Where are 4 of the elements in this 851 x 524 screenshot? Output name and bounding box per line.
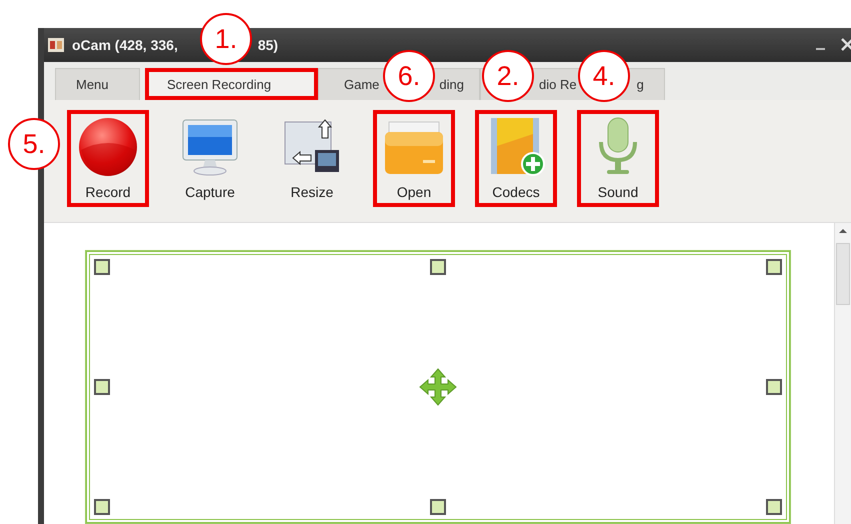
window-title: oCam (428, 336, [72,37,178,53]
window-title: 85) [258,37,278,53]
callout-tooltip: 5. [8,118,60,170]
callout-tooltip: 1. [200,13,252,65]
